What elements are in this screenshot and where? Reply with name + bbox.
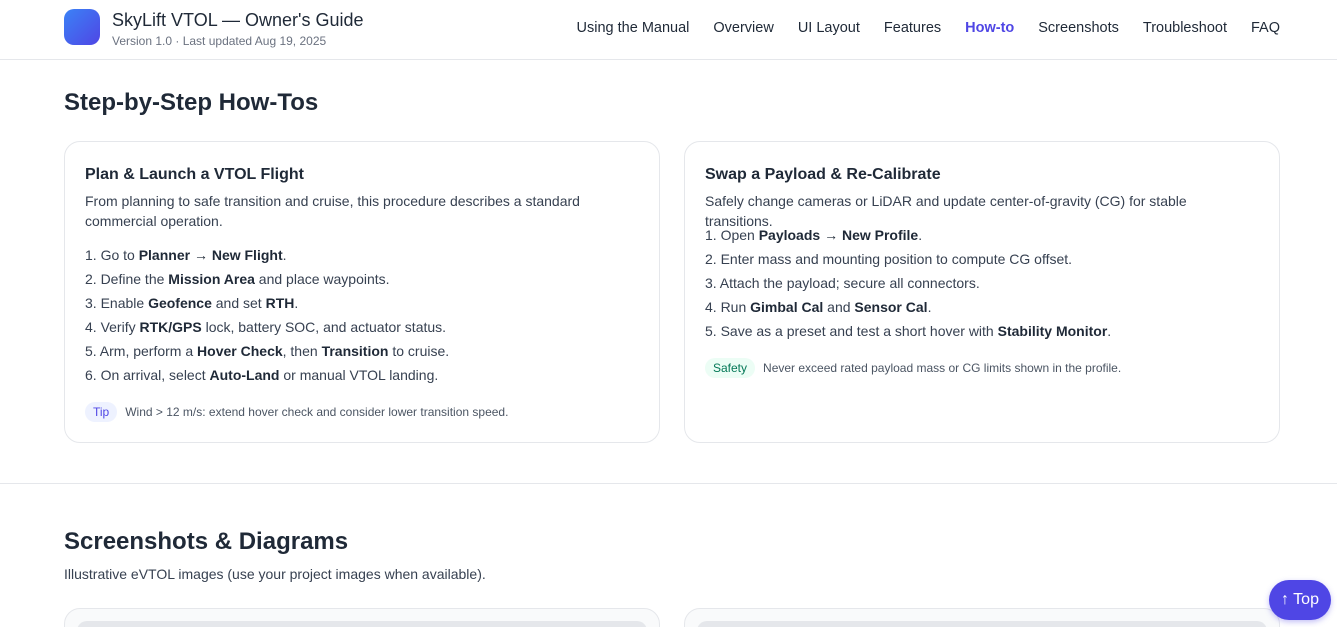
site-title[interactable]: SkyLift VTOL — Owner's Guide — [112, 10, 364, 31]
step-text: . — [282, 247, 287, 263]
steps-list: 1. Open Payloads → New Profile. 2. Enter … — [705, 223, 1111, 343]
top-bar: SkyLift VTOL — Owner's Guide Version 1.0… — [0, 0, 1337, 60]
step-text: 2. Enter mass and mounting position to c… — [705, 251, 1073, 267]
step-item: 4. Verify RTK/GPS lock, battery SOC, and… — [85, 315, 449, 339]
step-text: and place waypoints. — [254, 271, 390, 287]
tip-note: Tip Wind > 12 m/s: extend hover check an… — [85, 402, 508, 422]
step-keyword: Gimbal Cal — [750, 299, 824, 315]
screenshot-image-placeholder — [697, 621, 1267, 627]
logo-icon[interactable] — [64, 9, 100, 45]
nav-link-overview[interactable]: Overview — [713, 19, 773, 37]
step-keyword: Payloads → New Profile — [758, 227, 919, 243]
step-item: 2. Define the Mission Area and place way… — [85, 267, 449, 291]
screenshot-card — [684, 608, 1280, 627]
back-to-top-button[interactable]: ↑ Top — [1269, 580, 1331, 620]
step-item: 6. On arrival, select Auto-Land or manua… — [85, 363, 449, 387]
card-title: Plan & Launch a VTOL Flight — [85, 166, 304, 183]
step-text: . — [294, 295, 299, 311]
step-text: 6. On arrival, select — [85, 367, 210, 383]
step-text: . — [1107, 323, 1112, 339]
nav-link-ui-layout[interactable]: UI Layout — [798, 19, 860, 37]
step-item: 3. Enable Geofence and set RTH. — [85, 291, 449, 315]
tip-badge: Tip — [85, 402, 118, 422]
step-item: 4. Run Gimbal Cal and Sensor Cal. — [705, 295, 1111, 319]
howto-card-plan-launch: Plan & Launch a VTOL Flight From plannin… — [64, 141, 660, 443]
step-item: 1. Open Payloads → New Profile. — [705, 223, 1111, 247]
step-keyword: Mission Area — [168, 271, 255, 287]
screenshots-section-title: Screenshots & Diagrams — [64, 528, 349, 555]
step-text: . — [918, 227, 923, 243]
step-text: 4. Run — [705, 299, 751, 315]
section-divider — [0, 483, 1337, 484]
safety-note: Safety Never exceed rated payload mass o… — [705, 358, 1121, 378]
main-nav: Using the Manual Overview UI Layout Feature… — [553, 19, 1280, 37]
step-keyword: Hover Check — [197, 343, 283, 359]
step-item: 1. Go to Planner → New Flight. — [85, 243, 449, 267]
step-keyword: RTK/GPS — [139, 319, 202, 335]
step-text: and — [823, 299, 855, 315]
step-text: and set — [211, 295, 266, 311]
step-keyword: RTH — [265, 295, 295, 311]
nav-link-faq[interactable]: FAQ — [1251, 19, 1280, 37]
step-text: to cruise. — [388, 343, 450, 359]
card-description: From planning to safe transition and cru… — [85, 193, 580, 229]
version-info: Version 1.0 · Last updated Aug 19, 2025 — [112, 34, 327, 48]
safety-badge: Safety — [705, 358, 756, 378]
step-text: 3. Enable — [85, 295, 149, 311]
step-item: 3. Attach the payload; secure all connec… — [705, 271, 1111, 295]
howto-section-title: Step-by-Step How-Tos — [64, 89, 319, 116]
step-item: 5. Arm, perform a Hover Check, then Tran… — [85, 339, 449, 363]
step-text: 5. Arm, perform a — [85, 343, 198, 359]
step-text: 4. Verify — [85, 319, 140, 335]
step-text: 2. Define the — [85, 271, 169, 287]
step-text: 1. Open — [705, 227, 759, 243]
nav-link-screenshots[interactable]: Screenshots — [1038, 19, 1119, 37]
nav-link-using-the-manual[interactable]: Using the Manual — [577, 19, 690, 37]
step-text: 5. Save as a preset and test a short hov… — [705, 323, 998, 339]
step-text: . — [927, 299, 932, 315]
card-title: Swap a Payload & Re-Calibrate — [705, 166, 941, 183]
step-keyword: Planner → New Flight — [138, 247, 283, 263]
screenshots-subtitle: Illustrative eVTOL images (use your proj… — [64, 566, 486, 582]
step-keyword: Geofence — [148, 295, 212, 311]
nav-link-troubleshoot[interactable]: Troubleshoot — [1143, 19, 1227, 37]
tip-text: Wind > 12 m/s: extend hover check and co… — [125, 405, 509, 419]
step-text: , then — [282, 343, 322, 359]
step-keyword: Transition — [321, 343, 389, 359]
step-item: 2. Enter mass and mounting position to c… — [705, 247, 1111, 271]
step-text: 1. Go to — [85, 247, 139, 263]
nav-link-how-to[interactable]: How-to — [965, 19, 1014, 37]
step-text: 3. Attach the payload; secure all connec… — [705, 275, 980, 291]
nav-link-features[interactable]: Features — [884, 19, 941, 37]
safety-text: Never exceed rated payload mass or CG li… — [763, 361, 1122, 375]
screenshot-image-placeholder — [77, 621, 647, 627]
step-text: lock, battery SOC, and actuator status. — [201, 319, 447, 335]
step-text: or manual VTOL landing. — [279, 367, 439, 383]
step-keyword: Stability Monitor — [997, 323, 1108, 339]
step-item: 5. Save as a preset and test a short hov… — [705, 319, 1111, 343]
screenshot-card — [64, 608, 660, 627]
steps-list: 1. Go to Planner → New Flight. 2. Define … — [85, 243, 449, 387]
howto-card-swap-payload: Swap a Payload & Re-Calibrate Safely cha… — [684, 141, 1280, 443]
step-keyword: Auto-Land — [209, 367, 280, 383]
step-keyword: Sensor Cal — [854, 299, 928, 315]
